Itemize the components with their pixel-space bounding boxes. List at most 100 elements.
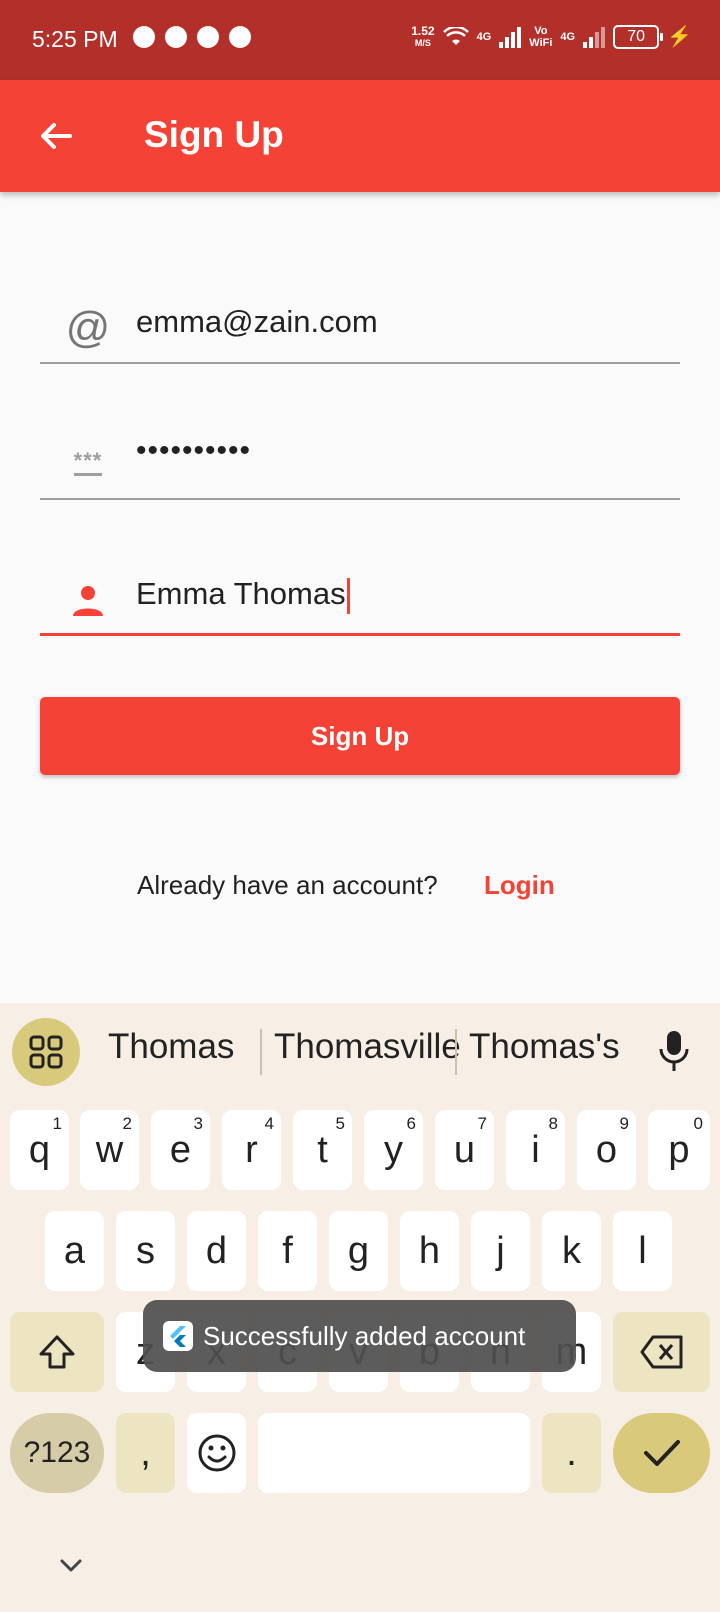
- key-h[interactable]: h: [400, 1211, 459, 1291]
- signup-button[interactable]: Sign Up: [40, 697, 680, 775]
- signal-icon-1: [499, 26, 522, 48]
- key-t[interactable]: t5: [293, 1110, 352, 1190]
- text-cursor: [346, 577, 350, 614]
- done-key[interactable]: [613, 1413, 710, 1493]
- network-speed-value: 1.52: [411, 23, 435, 38]
- shift-icon: [39, 1335, 75, 1369]
- key-hint: 9: [619, 1114, 629, 1133]
- at-icon-glyph: @: [65, 303, 111, 352]
- key-g[interactable]: g: [329, 1211, 388, 1291]
- backspace-icon: [640, 1335, 682, 1369]
- emoji-icon: [198, 1434, 235, 1472]
- vowifi-bottom: WiFi: [529, 36, 553, 49]
- app-bar: Sign Up: [0, 80, 720, 192]
- key-u[interactable]: u7: [435, 1110, 494, 1190]
- network-speed-unit: M/S: [414, 37, 431, 48]
- key-hint: 2: [122, 1114, 132, 1133]
- email-value: emma@zain.com: [136, 304, 378, 339]
- key-label: e: [169, 1128, 192, 1171]
- key-o[interactable]: o9: [577, 1110, 636, 1190]
- person-icon: [66, 578, 110, 622]
- key-r[interactable]: r4: [222, 1110, 281, 1190]
- key-hint: 4: [264, 1114, 274, 1133]
- key-label: q: [28, 1128, 51, 1171]
- key-label: r: [245, 1128, 258, 1171]
- key-label: t: [317, 1128, 328, 1171]
- network-type-2: 4G: [560, 30, 576, 43]
- suggestion-2[interactable]: Thomasville: [274, 1027, 461, 1067]
- key-l[interactable]: l: [613, 1211, 672, 1291]
- period-key[interactable]: .: [542, 1413, 601, 1493]
- key-label: i: [531, 1128, 540, 1171]
- status-time: 5:25 PM: [32, 26, 118, 52]
- notification-icons: [133, 26, 251, 48]
- status-bar: 5:25 PM 1.52 M/S 4G Vo WiFi 4G 70 ⚡: [0, 0, 720, 80]
- vowifi-label: Vo WiFi: [529, 25, 552, 49]
- name-input: Emma Thomas: [136, 576, 350, 614]
- keyboard-menu-button[interactable]: [12, 1018, 80, 1086]
- key-hint: 1: [52, 1114, 62, 1133]
- wifi-icon: [442, 26, 469, 45]
- flutter-logo-icon: [170, 1326, 186, 1347]
- key-f[interactable]: f: [258, 1211, 317, 1291]
- email-field[interactable]: @ emma@zain.com: [40, 284, 680, 364]
- charging-icon: ⚡: [667, 26, 692, 48]
- suggestion-divider: [260, 1029, 262, 1075]
- key-hint: 6: [406, 1114, 416, 1133]
- app-notification-icon: [165, 26, 187, 48]
- at-icon: @: [65, 303, 111, 352]
- status-indicators: 1.52 M/S 4G Vo WiFi 4G 70 ⚡: [411, 24, 692, 49]
- grid-icon: [29, 1035, 63, 1069]
- back-arrow-icon[interactable]: [34, 114, 78, 158]
- key-p[interactable]: p0: [648, 1110, 710, 1190]
- key-y[interactable]: y6: [364, 1110, 423, 1190]
- battery-icon: 70: [613, 24, 664, 49]
- password-icon: ***: [66, 442, 110, 486]
- key-s[interactable]: s: [116, 1211, 175, 1291]
- signal-icon-2: [583, 26, 606, 48]
- key-i[interactable]: i8: [506, 1110, 565, 1190]
- chevron-down-icon[interactable]: [56, 1550, 86, 1580]
- flutter-app-icon: [163, 1321, 193, 1351]
- key-d[interactable]: d: [187, 1211, 246, 1291]
- toast-text: Successfully added account: [203, 1320, 526, 1351]
- password-icon-glyph: ***: [73, 450, 103, 476]
- space-key[interactable]: [258, 1413, 530, 1493]
- key-label: p: [668, 1128, 690, 1171]
- key-hint: 8: [548, 1114, 558, 1133]
- settings-notification-icon: [197, 26, 219, 48]
- backspace-key[interactable]: [613, 1312, 710, 1392]
- key-label: o: [595, 1128, 618, 1171]
- key-hint: 5: [335, 1114, 345, 1133]
- shift-key[interactable]: [10, 1312, 104, 1392]
- key-label: w: [95, 1128, 124, 1171]
- key-k[interactable]: k: [542, 1211, 601, 1291]
- key-a[interactable]: a: [45, 1211, 104, 1291]
- key-j[interactable]: j: [471, 1211, 530, 1291]
- comma-key[interactable]: ,: [116, 1413, 175, 1493]
- name-value: Emma Thomas: [136, 576, 346, 611]
- page-title: Sign Up: [144, 114, 284, 155]
- password-field[interactable]: *** ••••••••••: [40, 420, 680, 500]
- battery-level: 70: [627, 27, 645, 45]
- suggestion-3[interactable]: Thomas's: [469, 1027, 620, 1067]
- key-q[interactable]: q1: [10, 1110, 69, 1190]
- key-w[interactable]: w2: [80, 1110, 139, 1190]
- key-label: y: [384, 1128, 403, 1171]
- symbols-key[interactable]: ?123: [10, 1413, 104, 1493]
- key-label: u: [453, 1128, 476, 1171]
- chat-notification-icon: [133, 26, 155, 48]
- password-value: ••••••••••: [136, 434, 252, 467]
- microphone-icon[interactable]: [654, 1029, 694, 1073]
- emoji-key[interactable]: [187, 1413, 246, 1493]
- sync-notification-icon: [229, 26, 251, 48]
- suggestion-1[interactable]: Thomas: [108, 1027, 234, 1067]
- suggestion-divider: [455, 1029, 457, 1075]
- checkmark-icon: [643, 1440, 680, 1466]
- key-hint: 7: [477, 1114, 487, 1133]
- login-link[interactable]: Login: [484, 870, 555, 901]
- login-prompt-text: Already have an account?: [137, 870, 438, 900]
- key-hint: 0: [693, 1114, 703, 1133]
- key-e[interactable]: e3: [151, 1110, 210, 1190]
- name-field[interactable]: Emma Thomas: [40, 556, 680, 636]
